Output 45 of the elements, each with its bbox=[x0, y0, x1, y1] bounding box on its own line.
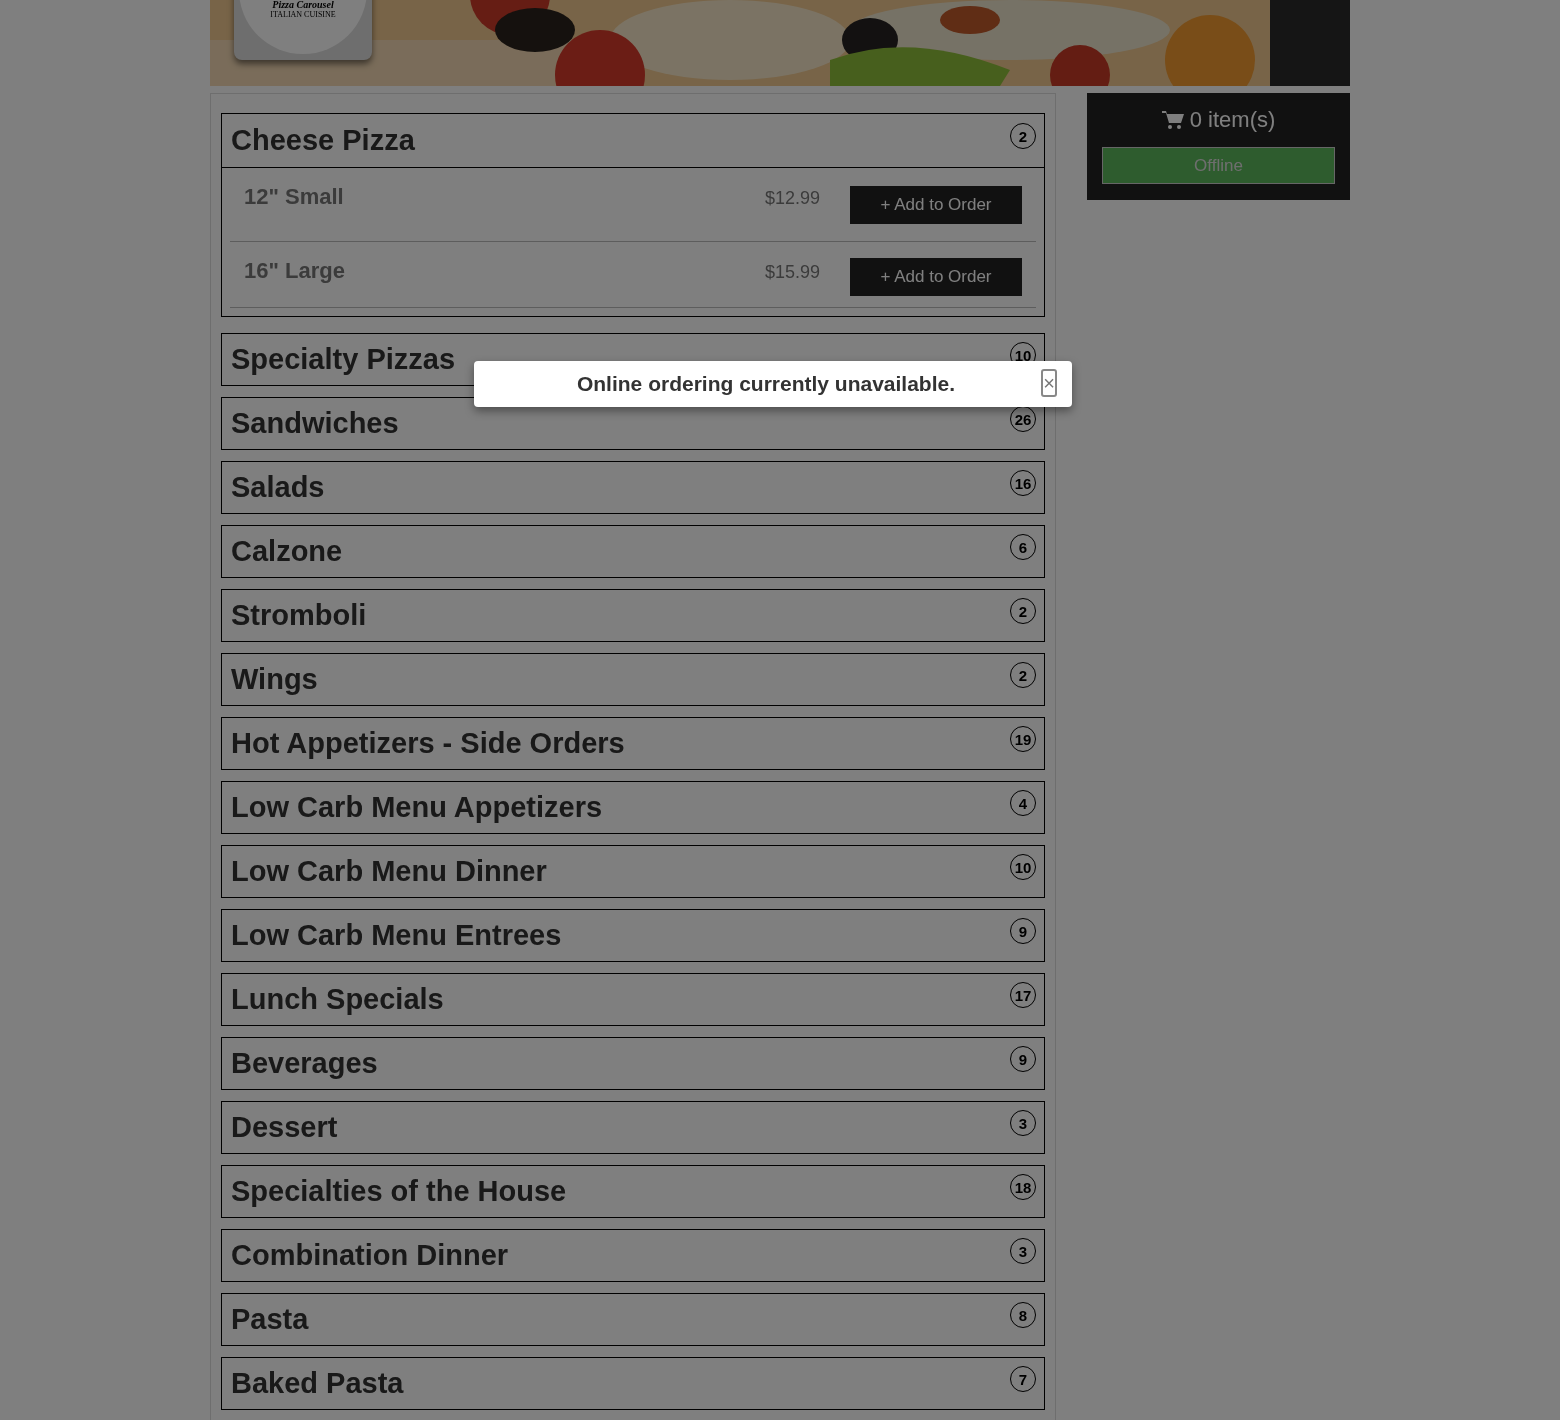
category-header[interactable]: Cheese Pizza 2 bbox=[222, 114, 1044, 168]
category-title: Combination Dinner bbox=[231, 1239, 509, 1272]
category-title: Sandwiches bbox=[231, 407, 399, 440]
add-to-order-button[interactable]: + Add to Order bbox=[850, 186, 1022, 224]
cart-count: 0 item(s) bbox=[1189, 107, 1276, 133]
category-title: Specialty Pizzas bbox=[231, 343, 456, 376]
category-title: Stromboli bbox=[231, 599, 367, 632]
category-header[interactable]: Beverages 9 bbox=[222, 1038, 1044, 1089]
category-header[interactable]: Combination Dinner 3 bbox=[222, 1230, 1044, 1281]
category-header[interactable]: Low Carb Menu Appetizers 4 bbox=[222, 782, 1044, 833]
category-title: Cheese Pizza bbox=[231, 124, 415, 157]
cart-icon bbox=[1161, 110, 1184, 130]
category-title: Low Carb Menu Appetizers bbox=[231, 791, 603, 824]
category-title: Low Carb Menu Dinner bbox=[231, 855, 547, 888]
category-header[interactable]: Hot Appetizers - Side Orders 19 bbox=[222, 718, 1044, 769]
category-title: Salads bbox=[231, 471, 325, 504]
category-title: Dessert bbox=[231, 1111, 338, 1144]
logo-name: Pizza Carousel bbox=[272, 0, 334, 11]
category-header[interactable]: Salads 16 bbox=[222, 462, 1044, 513]
category-header[interactable]: Dessert 3 bbox=[222, 1102, 1044, 1153]
category-header[interactable]: Stromboli 2 bbox=[222, 590, 1044, 641]
category-header[interactable]: Wings 2 bbox=[222, 654, 1044, 705]
item-price: $15.99 bbox=[764, 262, 820, 283]
item-name: 16" Large bbox=[244, 258, 346, 284]
category-title: Baked Pasta bbox=[231, 1367, 404, 1400]
category-title: Beverages bbox=[231, 1047, 378, 1080]
category-header[interactable]: Specialties of the House 18 bbox=[222, 1166, 1044, 1217]
category-title: Calzone bbox=[231, 535, 343, 568]
category-title: Lunch Specials bbox=[231, 983, 444, 1016]
category-header[interactable]: Baked Pasta 7 bbox=[222, 1358, 1044, 1409]
category-title: Pasta bbox=[231, 1303, 309, 1336]
category-title: Low Carb Menu Entrees bbox=[231, 919, 562, 952]
category-header[interactable]: Low Carb Menu Entrees 9 bbox=[222, 910, 1044, 961]
category-header[interactable]: Pasta 8 bbox=[222, 1294, 1044, 1345]
item-name: 12" Small bbox=[244, 184, 345, 210]
close-button[interactable]: × bbox=[1041, 369, 1057, 397]
category-title: Specialties of the House bbox=[231, 1175, 567, 1208]
category-header[interactable]: Lunch Specials 17 bbox=[222, 974, 1044, 1025]
logo-tagline: ITALIAN CUISINE bbox=[270, 10, 336, 20]
category-title: Wings bbox=[231, 663, 318, 696]
category-header[interactable]: Low Carb Menu Dinner 10 bbox=[222, 846, 1044, 897]
item-price: $12.99 bbox=[764, 188, 820, 209]
add-to-order-button[interactable]: + Add to Order bbox=[850, 258, 1022, 296]
category-header[interactable]: Calzone 6 bbox=[222, 526, 1044, 577]
category-title: Hot Appetizers - Side Orders bbox=[231, 727, 625, 760]
